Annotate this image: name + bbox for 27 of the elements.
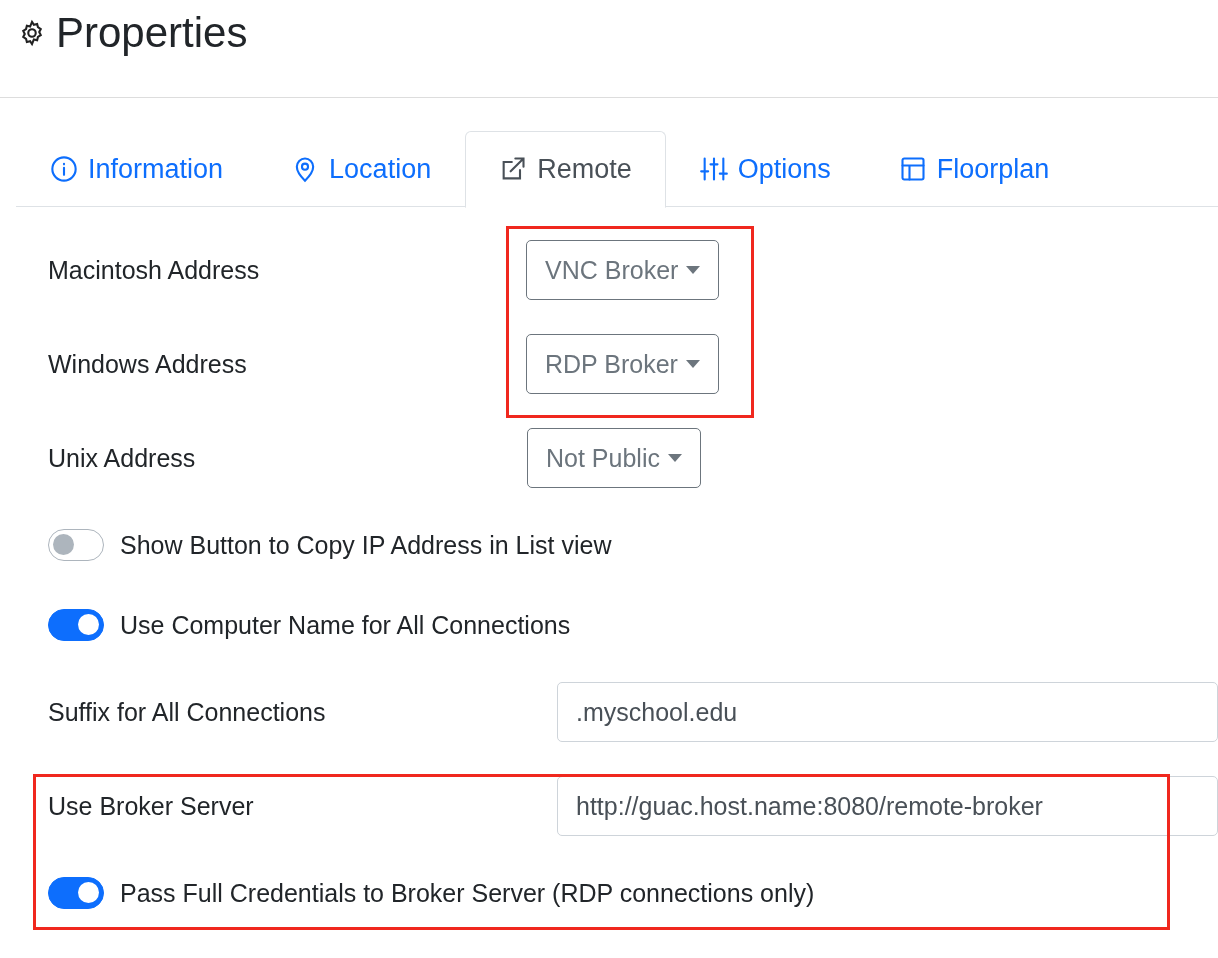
text-field[interactable]: http://guac.host.name:8080/remote-broker [557, 776, 1218, 836]
toggle-label: Use Computer Name for All Connections [120, 610, 571, 640]
tab[interactable]: Options [665, 131, 865, 208]
page-title: Properties [56, 9, 248, 57]
toggle-switch[interactable] [48, 609, 104, 641]
text-field[interactable]: .myschool.edu [557, 682, 1218, 742]
toggle-label: Pass Full Credentials to Broker Server (RDP connections only) [120, 878, 815, 908]
toggle-label: Show Button to Copy IP Address in List view [120, 530, 612, 560]
tab[interactable]: Remote [465, 131, 666, 208]
layout-icon [898, 155, 927, 184]
field-label: Suffix for All Connections [48, 697, 327, 727]
toggle-switch[interactable] [48, 877, 104, 909]
dropdown[interactable]: Not Public [527, 428, 701, 488]
toggle-switch[interactable] [48, 529, 104, 561]
field-label: Unix Address [48, 443, 197, 473]
tab[interactable]: Information [16, 131, 258, 208]
tab[interactable]: Location [257, 131, 466, 208]
caret-icon [667, 454, 682, 462]
info-icon [50, 155, 78, 184]
dropdown[interactable]: RDP Broker [526, 334, 719, 394]
dropdown[interactable]: VNC Broker [526, 240, 720, 300]
caret-icon [685, 360, 700, 368]
caret-icon [686, 266, 701, 274]
field-label: Macintosh Address [48, 255, 261, 285]
field-label: Windows Address [48, 349, 248, 379]
field-label: Use Broker Server [48, 791, 255, 821]
tab[interactable]: Floorplan [864, 131, 1084, 208]
